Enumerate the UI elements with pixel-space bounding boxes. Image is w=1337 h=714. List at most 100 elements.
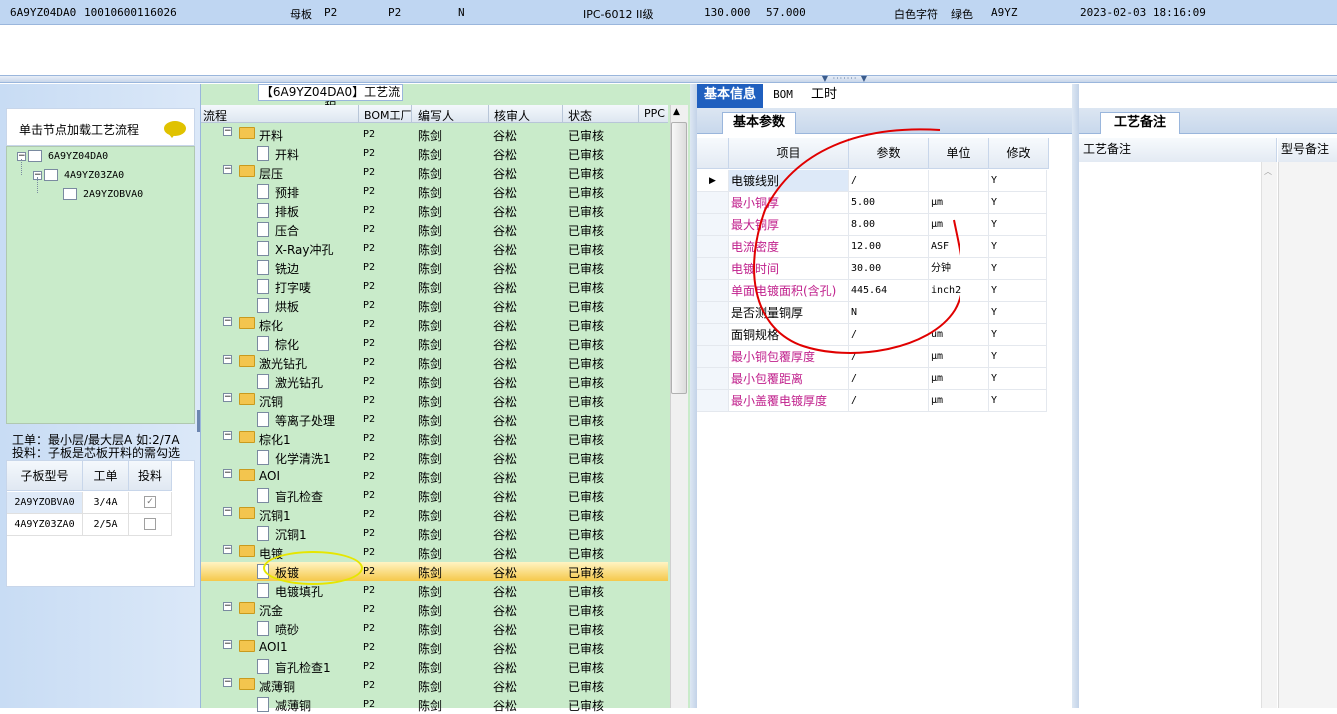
process-row[interactable]: 电镀填孔 P2 陈剑 谷松 已审核 (201, 581, 668, 600)
col-header-writer[interactable]: 编写人 (418, 107, 454, 124)
col-header-model[interactable]: 子板型号 (7, 461, 83, 491)
process-row[interactable]: 化学清洗1 P2 陈剑 谷松 已审核 (201, 448, 668, 467)
param-unit[interactable]: μm (929, 192, 989, 214)
feed-checkbox[interactable] (144, 518, 156, 530)
row-selector[interactable] (697, 280, 729, 302)
grid-corner[interactable] (697, 138, 729, 169)
sub-row-feed[interactable]: ✓ (129, 492, 172, 514)
process-row[interactable]: 烘板 P2 陈剑 谷松 已审核 (201, 296, 668, 315)
process-row[interactable]: 棕化 P2 陈剑 谷松 已审核 (201, 334, 668, 353)
param-unit[interactable]: um (929, 324, 989, 346)
scroll-up-icon[interactable]: ︿ (1264, 166, 1272, 177)
col-header-item[interactable]: 项目 (729, 138, 849, 169)
process-row[interactable]: 减薄铜 P2 陈剑 谷松 已审核 (201, 695, 668, 714)
param-value[interactable]: / (849, 170, 929, 192)
row-selector[interactable] (697, 258, 729, 280)
tree-node-child[interactable]: −4A9YZ03ZA0 (33, 168, 124, 184)
tab-process-remark[interactable]: 工艺备注 (1100, 112, 1180, 134)
param-value[interactable]: 30.00 (849, 258, 929, 280)
tab-basic-info[interactable]: 基本信息 (697, 84, 763, 108)
process-row[interactable]: 喷砂 P2 陈剑 谷松 已审核 (201, 619, 668, 638)
param-modify[interactable]: Y (989, 192, 1047, 214)
feed-checkbox[interactable]: ✓ (144, 496, 156, 508)
col-header-unit[interactable]: 单位 (929, 138, 989, 169)
param-item[interactable]: 最小铜厚 (729, 192, 849, 214)
col-header-order[interactable]: 工单 (83, 461, 129, 491)
param-unit[interactable]: inch2 (929, 280, 989, 302)
collapse-icon[interactable]: − (223, 393, 232, 402)
param-item[interactable]: 最小盖覆电镀厚度 (729, 390, 849, 412)
row-selector[interactable] (697, 324, 729, 346)
param-modify[interactable]: Y (989, 280, 1047, 302)
sub-row-order[interactable]: 3/4A (83, 492, 129, 514)
collapse-icon[interactable]: − (223, 469, 232, 478)
row-selector[interactable] (697, 214, 729, 236)
param-modify[interactable]: Y (989, 368, 1047, 390)
row-selector[interactable] (697, 192, 729, 214)
collapse-icon[interactable]: − (223, 507, 232, 516)
remark-scrollbar[interactable] (1261, 162, 1277, 708)
collapse-icon[interactable]: − (223, 165, 232, 174)
col-header-modify[interactable]: 修改 (989, 138, 1049, 169)
param-value[interactable]: 12.00 (849, 236, 929, 258)
row-selector[interactable] (697, 368, 729, 390)
process-row[interactable]: 盲孔检查 P2 陈剑 谷松 已审核 (201, 486, 668, 505)
process-row[interactable]: 沉铜1 P2 陈剑 谷松 已审核 (201, 524, 668, 543)
process-row[interactable]: 排板 P2 陈剑 谷松 已审核 (201, 201, 668, 220)
col-header-feed[interactable]: 投料 (129, 461, 172, 491)
param-value[interactable]: / (849, 368, 929, 390)
process-row[interactable]: 盲孔检查1 P2 陈剑 谷松 已审核 (201, 657, 668, 676)
param-modify[interactable]: Y (989, 390, 1047, 412)
row-selector[interactable] (697, 236, 729, 258)
sub-row-model[interactable]: 4A9YZ03ZA0 (7, 514, 83, 536)
collapse-icon[interactable]: − (223, 127, 232, 136)
tab-work-hours[interactable]: 工时 (804, 84, 844, 108)
col-header-bom[interactable]: BOM工厂 (364, 107, 412, 123)
process-row[interactable]: 等离子处理 P2 陈剑 谷松 已审核 (201, 410, 668, 429)
process-row[interactable]: 打字唛 P2 陈剑 谷松 已审核 (201, 277, 668, 296)
param-modify[interactable]: Y (989, 258, 1047, 280)
col-header-status[interactable]: 状态 (568, 107, 592, 124)
param-unit[interactable] (929, 170, 989, 192)
process-row[interactable]: − 层压 P2 陈剑 谷松 已审核 (201, 163, 668, 182)
process-row[interactable]: − 沉铜1 P2 陈剑 谷松 已审核 (201, 505, 668, 524)
param-unit[interactable]: 分钟 (929, 258, 989, 280)
process-row[interactable]: − 减薄铜 P2 陈剑 谷松 已审核 (201, 676, 668, 695)
vertical-splitter[interactable] (1072, 84, 1079, 708)
process-row[interactable]: − 沉铜 P2 陈剑 谷松 已审核 (201, 391, 668, 410)
param-item[interactable]: 电镀线别 (729, 170, 849, 192)
param-unit[interactable]: μm (929, 390, 989, 412)
process-row[interactable]: − AOI P2 陈剑 谷松 已审核 (201, 467, 668, 486)
process-row[interactable]: − 棕化 P2 陈剑 谷松 已审核 (201, 315, 668, 334)
process-row[interactable]: − 激光钻孔 P2 陈剑 谷松 已审核 (201, 353, 668, 372)
param-unit[interactable]: μm (929, 368, 989, 390)
row-selector[interactable] (697, 346, 729, 368)
param-value[interactable]: 5.00 (849, 192, 929, 214)
scroll-up-icon[interactable]: ▲ (673, 107, 680, 117)
collapse-icon[interactable]: − (223, 431, 232, 440)
row-selector[interactable] (697, 390, 729, 412)
param-modify[interactable]: Y (989, 346, 1047, 368)
col-header-reviewer[interactable]: 核审人 (494, 107, 530, 124)
param-value[interactable]: N (849, 302, 929, 324)
collapse-icon[interactable]: − (223, 355, 232, 364)
param-value[interactable]: / (849, 324, 929, 346)
col-header-flow[interactable]: 流程 (203, 107, 227, 124)
splitter-grip-icon[interactable]: ▼ ······· ▼ (815, 75, 875, 83)
process-row[interactable]: − 沉金 P2 陈剑 谷松 已审核 (201, 600, 668, 619)
collapse-icon[interactable]: − (223, 317, 232, 326)
process-row[interactable]: − 棕化1 P2 陈剑 谷松 已审核 (201, 429, 668, 448)
param-value[interactable]: 8.00 (849, 214, 929, 236)
param-modify[interactable]: Y (989, 214, 1047, 236)
speech-bubble-icon[interactable] (164, 121, 186, 138)
row-selector[interactable] (697, 302, 729, 324)
param-item[interactable]: 最大铜厚 (729, 214, 849, 236)
col-header-param[interactable]: 参数 (849, 138, 929, 169)
horizontal-splitter[interactable] (0, 75, 1337, 83)
sub-row-order[interactable]: 2/5A (83, 514, 129, 536)
param-item[interactable]: 单面电镀面积(含孔) (729, 280, 849, 302)
process-row[interactable]: − 开料 P2 陈剑 谷松 已审核 (201, 125, 668, 144)
process-row[interactable]: 激光钻孔 P2 陈剑 谷松 已审核 (201, 372, 668, 391)
param-value[interactable]: 445.64 (849, 280, 929, 302)
param-modify[interactable]: Y (989, 236, 1047, 258)
